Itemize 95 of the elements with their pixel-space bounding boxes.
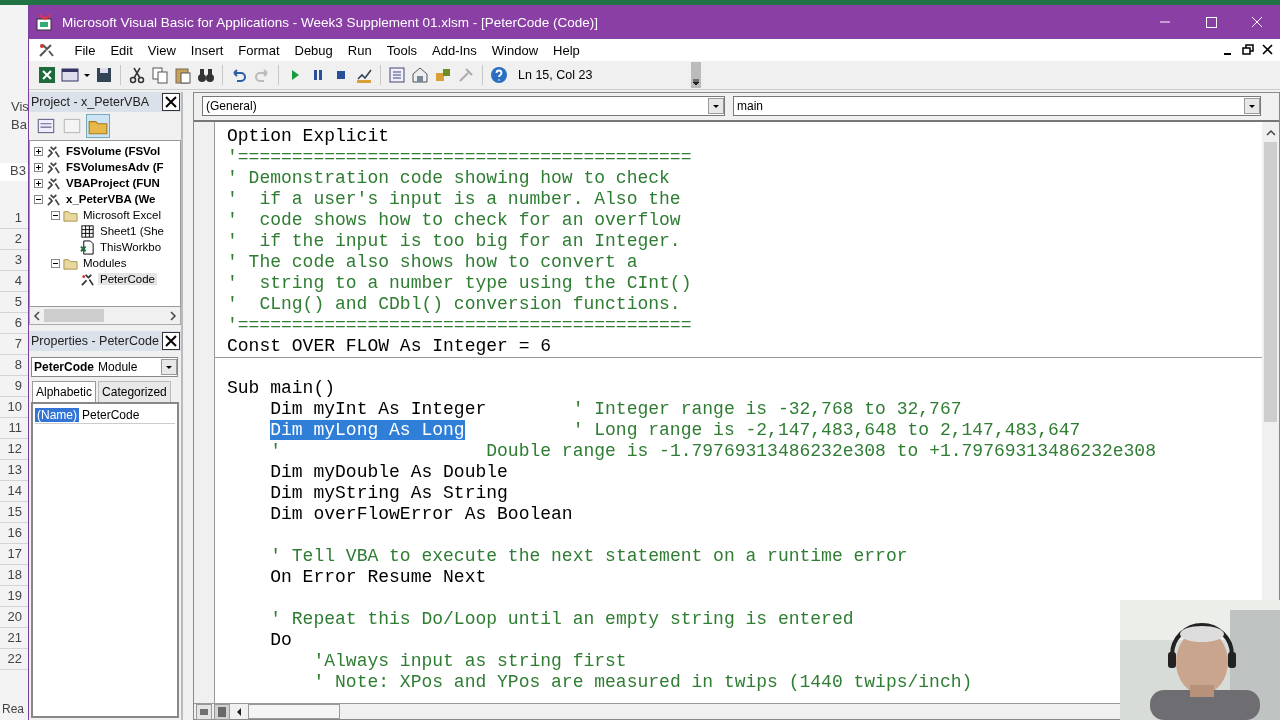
menu-item[interactable]: Insert <box>183 42 231 58</box>
project-icon <box>46 143 61 159</box>
tree-item[interactable]: ThisWorkbo <box>98 241 164 253</box>
code-comment: ' Demonstration code showing how to check <box>227 168 670 188</box>
tree-item[interactable]: PeterCode <box>98 273 157 285</box>
code-comment: ' code shows how to check for an overflow <box>227 210 681 230</box>
help-icon[interactable] <box>489 65 509 85</box>
save-icon[interactable] <box>94 65 114 85</box>
app-icon <box>36 13 54 31</box>
module-view-icon[interactable] <box>214 703 230 720</box>
code-comment: ' The code also shows how to convert a <box>227 252 638 272</box>
tree-item[interactable]: VBAProject (FUN <box>64 177 162 189</box>
code-comment: ' string to a number type using the CInt() <box>227 273 692 293</box>
tab[interactable]: Alphabetic <box>32 381 97 402</box>
code-comment: 'Always input as string first <box>313 651 627 671</box>
tree-item[interactable]: x_PeterVBA (We <box>64 193 158 205</box>
close-icon[interactable] <box>162 93 180 111</box>
scrollbar-thumb[interactable] <box>44 309 104 322</box>
project-icon <box>46 175 61 191</box>
code-text: Dim myString As String <box>270 483 508 503</box>
project-icon <box>46 159 61 175</box>
tree-toggle-icon[interactable] <box>51 210 60 220</box>
cursor-position: Ln 15, Col 23 <box>518 68 594 82</box>
procedure-dropdown[interactable]: main <box>733 96 1261 116</box>
code-comment: ' CLng() and CDbl() conversion functions. <box>227 294 681 314</box>
menu-item[interactable]: Window <box>484 42 546 58</box>
module-icon <box>80 271 95 287</box>
menu-item[interactable]: Format <box>230 42 287 58</box>
paste-icon[interactable] <box>173 65 193 85</box>
tree-toggle-icon[interactable] <box>34 178 43 188</box>
code-text: Dim myLong As Long <box>270 420 465 440</box>
window-title: Microsoft Visual Basic for Applications - Week3 Supplement 01.xlsm - [PeterCode (Code)] <box>62 14 598 30</box>
folder-icon[interactable] <box>87 115 109 137</box>
panel-title: Properties - PeterCode <box>31 334 160 348</box>
excel-icon[interactable] <box>37 65 57 85</box>
code-text: Option Explicit <box>227 126 390 146</box>
vba-icon <box>37 41 57 59</box>
ribbon-label: Ba <box>10 116 28 133</box>
panel-title: Project - x_PeterVBA <box>31 95 151 109</box>
code-text: Const OVER FLOW As Integer = 6 <box>227 336 552 356</box>
tree-toggle-icon[interactable] <box>34 162 43 172</box>
code-text: On Error Resume Next <box>270 567 487 587</box>
tab[interactable]: Categorized <box>98 381 171 402</box>
property-value[interactable]: PeterCode <box>79 407 140 422</box>
code-text: Dim overFlowError As Boolean <box>270 504 573 524</box>
properties-icon[interactable] <box>410 65 430 85</box>
object-dropdown[interactable]: PeterCode Module <box>31 357 178 377</box>
toolbar-options-icon[interactable] <box>691 62 701 88</box>
menu-item[interactable]: Tools <box>379 42 425 58</box>
tree-item[interactable]: Modules <box>81 257 129 269</box>
close-icon[interactable] <box>162 332 180 350</box>
code-comment: ' Long range is -2,147,483,648 to 2,147,483,647 <box>572 420 1081 440</box>
code-comment: ' Integer range is -32,768 to 32,767 <box>572 399 962 419</box>
code-text: Sub main() <box>227 378 336 398</box>
tree-toggle-icon[interactable] <box>34 146 43 156</box>
procedure-view-icon[interactable] <box>196 703 212 720</box>
menu-item[interactable]: Edit <box>102 42 141 58</box>
scrollbar-thumb[interactable] <box>248 704 340 719</box>
code-comment: ' Tell VBA to execute the next statement on a runtime error <box>270 546 908 566</box>
name-box[interactable]: B3 <box>0 163 28 181</box>
property-name[interactable]: (Name) <box>35 407 79 422</box>
code-comment: ' Double range is -1.79769313486232e308 to +1.79769313486232e308 <box>270 441 1156 461</box>
menu-item[interactable]: File <box>67 42 103 58</box>
code-text: Dim myDouble As Double <box>270 462 508 482</box>
code-comment: ' if a user's input is a number. Also the <box>227 189 681 209</box>
code-comment: ' if the input is too big for an Integer. <box>227 231 681 251</box>
tree-item[interactable]: Microsoft Excel <box>81 209 163 221</box>
tree-toggle-icon[interactable] <box>34 194 43 204</box>
menu-item[interactable]: Help <box>545 42 588 58</box>
status-text: Rea <box>1 702 25 718</box>
sheet-icon <box>80 223 95 239</box>
code-text: Dim myInt As Integer <box>270 399 487 419</box>
code-comment: ' Note: XPos and YPos are measured in twips (1440 twips/inch) <box>313 672 973 692</box>
code-comment: ' Repeat this Do/Loop until an empty string is entered <box>270 609 854 629</box>
ribbon-label: Vis <box>10 98 28 115</box>
tree-item[interactable]: FSVolume (FSVol <box>64 145 163 157</box>
menu-item[interactable]: Add-Ins <box>424 42 485 58</box>
cut-icon[interactable] <box>127 65 147 85</box>
scrollbar-thumb[interactable] <box>1264 142 1277 422</box>
form-icon[interactable] <box>60 65 80 85</box>
copy-icon[interactable] <box>150 65 170 85</box>
menu-item[interactable]: Run <box>340 42 380 58</box>
restore-icon[interactable] <box>1240 43 1256 57</box>
code-comment: '========================================== <box>227 147 692 167</box>
object-dropdown[interactable]: (General) <box>202 96 725 116</box>
tree-toggle-icon[interactable] <box>51 258 60 268</box>
code-comment: '========================================== <box>227 315 692 335</box>
code-text: Do <box>270 630 292 650</box>
workbook-icon <box>80 239 95 255</box>
close-icon[interactable] <box>1260 43 1276 57</box>
menu-item[interactable]: Debug <box>287 42 341 58</box>
menu-item[interactable]: View <box>140 42 184 58</box>
project-icon <box>46 191 61 207</box>
tree-item[interactable]: Sheet1 (She <box>98 225 166 237</box>
tree-item[interactable]: FSVolumesAdv (F <box>64 161 166 173</box>
